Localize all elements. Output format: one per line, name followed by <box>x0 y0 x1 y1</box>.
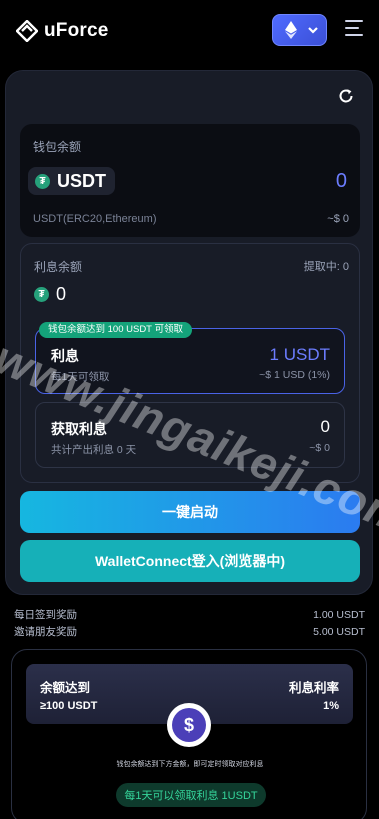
rate-card-usd: ~$ 1 USD (1%) <box>259 369 330 381</box>
wallet-balance-box: 钱包余额 ₮ USDT 0 USDT(ERC20,Ethereum) ~$ 0 <box>20 124 360 237</box>
reward-label: 每日签到奖励 <box>14 609 77 621</box>
withdrawing-status: 提取中: 0 <box>303 261 349 273</box>
tier-balance-value: ≥100 USDT <box>40 700 98 712</box>
interest-tier-card: 余额达到 ≥100 USDT 利息利率 1% $ 钱包余额达到下方金额，即可定时… <box>11 649 367 819</box>
one-click-start-button[interactable]: 一键启动 <box>20 491 360 533</box>
token-selector[interactable]: ₮ USDT <box>28 167 115 195</box>
interest-balance: ₮ 0 <box>34 284 66 305</box>
reward-label: 邀请朋友奖励 <box>14 626 77 638</box>
reward-value: 5.00 USDT <box>313 625 365 638</box>
main-card: 钱包余额 ₮ USDT 0 USDT(ERC20,Ethereum) ~$ 0 … <box>5 70 373 595</box>
dollar-exchange-icon: $ <box>167 703 211 747</box>
app-header: uForce <box>0 0 379 62</box>
claim-info-pill: 每1天可以领取利息 1USDT <box>116 783 266 807</box>
tier-rate-label: 利息利率 <box>288 681 339 695</box>
wallet-usd-value: ~$ 0 <box>327 213 349 225</box>
chain-selector-button[interactable] <box>272 14 327 46</box>
reward-row: 每日签到奖励 1.00 USDT <box>14 606 365 623</box>
get-interest-title: 获取利息 <box>51 421 107 437</box>
eligibility-badge: 钱包余额达到 100 USDT 可领取 <box>39 322 192 338</box>
tier-balance-label: 余额达到 <box>40 681 91 695</box>
ethereum-icon <box>285 21 297 39</box>
rate-card-subtitle: 每1天可领取 <box>51 371 110 383</box>
rate-card-title: 利息 <box>51 348 79 364</box>
tether-icon: ₮ <box>35 173 50 189</box>
interest-balance-title: 利息余额 <box>34 260 83 274</box>
interest-balance-box: 利息余额 提取中: 0 ₮ 0 钱包余额达到 100 USDT 可领取 利息 每… <box>20 243 360 483</box>
wallet-network: USDT(ERC20,Ethereum) <box>33 213 157 225</box>
get-interest-amount: 0 <box>320 417 330 436</box>
rewards-list: 每日签到奖励 1.00 USDT 邀请朋友奖励 5.00 USDT <box>14 606 365 640</box>
get-interest-subtitle: 共计产出利息 0 天 <box>51 444 137 456</box>
chevron-down-icon <box>308 26 318 34</box>
get-interest-usd: ~$ 0 <box>309 442 330 454</box>
token-name: USDT <box>57 170 106 191</box>
get-interest-card[interactable]: 获取利息 共计产出利息 0 天 0 ~$ 0 <box>35 402 345 468</box>
brand-name: uForce <box>44 20 109 41</box>
wallet-balance-title: 钱包余额 <box>33 140 82 154</box>
tether-icon: ₮ <box>34 287 49 302</box>
walletconnect-login-button[interactable]: WalletConnect登入(浏览器中) <box>20 540 360 582</box>
uforce-logo-icon <box>16 20 38 42</box>
rate-card-amount: 1 USDT <box>269 345 330 364</box>
refresh-icon[interactable] <box>338 88 354 109</box>
tier-note: 钱包余额达到下方金额，即可定时领取对应利息 <box>116 761 264 768</box>
tier-rate-value: 1% <box>323 700 339 712</box>
reward-value: 1.00 USDT <box>313 608 365 621</box>
brand-logo[interactable]: uForce <box>16 20 109 42</box>
wallet-amount: 0 <box>335 170 347 192</box>
hamburger-menu-icon[interactable] <box>345 20 363 36</box>
reward-row: 邀请朋友奖励 5.00 USDT <box>14 623 365 640</box>
interest-balance-value: 0 <box>56 284 67 304</box>
